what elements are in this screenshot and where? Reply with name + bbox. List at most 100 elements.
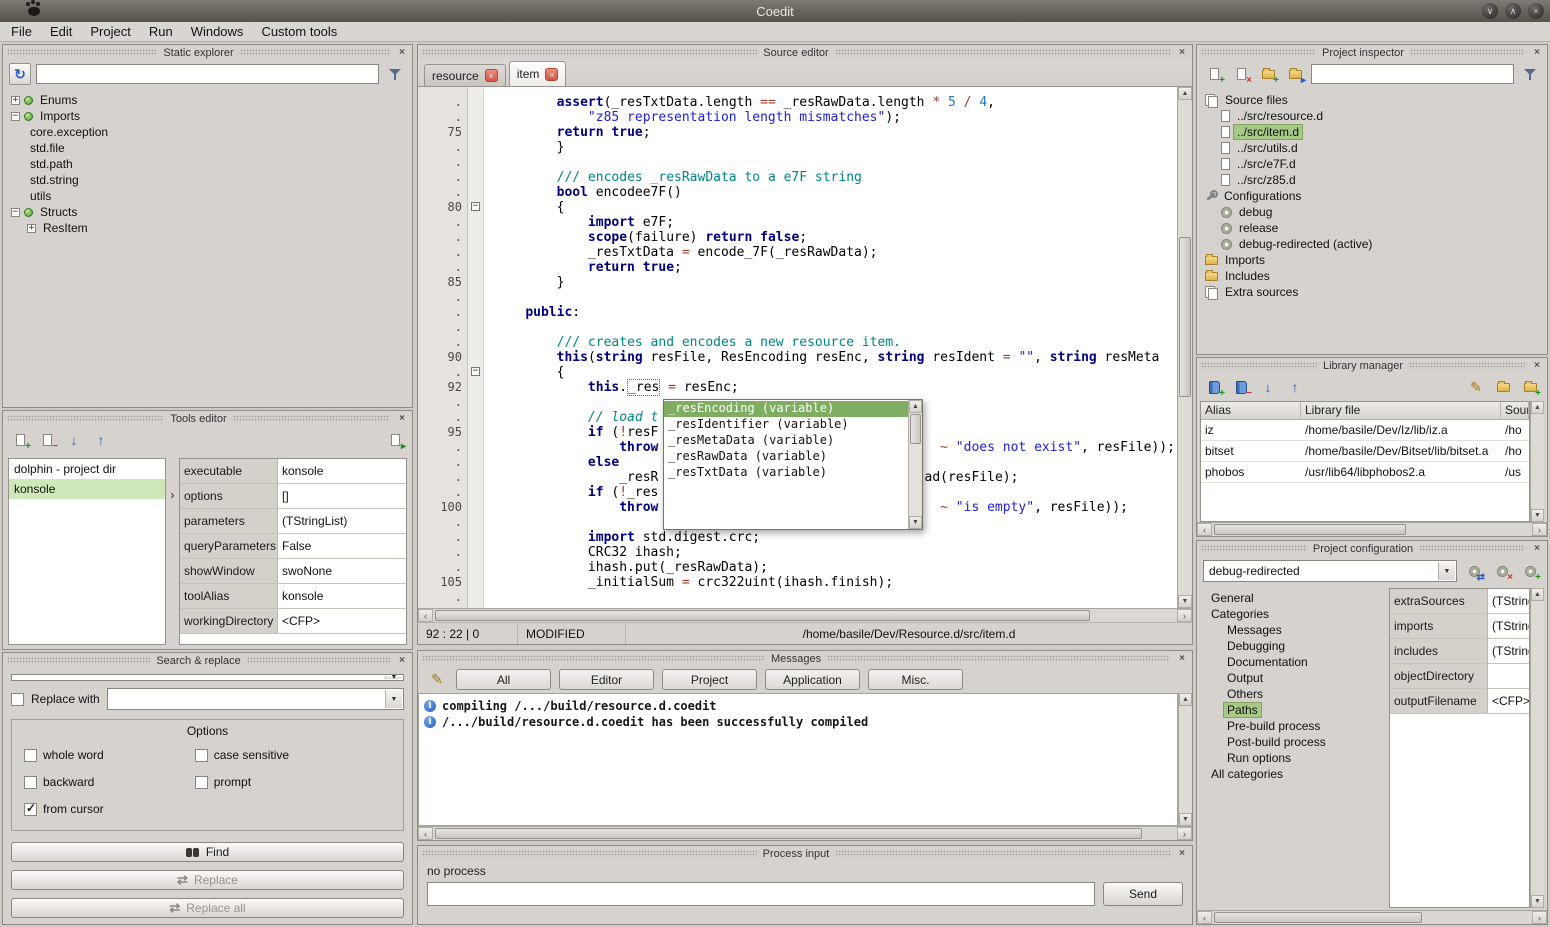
property-row[interactable]: options[] xyxy=(180,484,406,509)
close-button[interactable]: × xyxy=(1528,3,1544,19)
panel-header[interactable]: Search & replace xyxy=(3,653,412,668)
project-node[interactable]: ../src/utils.d xyxy=(1197,140,1547,156)
category-node[interactable]: Pre-build process xyxy=(1200,718,1384,734)
property-row[interactable]: showWindowswoNone xyxy=(180,559,406,584)
project-node[interactable]: Configurations xyxy=(1197,188,1547,204)
tab-close-icon[interactable]: × xyxy=(545,68,558,81)
panel-close-icon[interactable] xyxy=(1531,543,1543,555)
process-input-field[interactable] xyxy=(427,882,1095,906)
project-node[interactable]: Includes xyxy=(1197,268,1547,284)
execute-tool-button[interactable]: ▸ xyxy=(384,429,406,451)
filter-editor[interactable]: Editor xyxy=(559,669,654,690)
project-node[interactable]: Imports xyxy=(1197,252,1547,268)
category-node[interactable]: Run options xyxy=(1200,750,1384,766)
scrollbar-thumb[interactable] xyxy=(435,828,1142,839)
fold-marker[interactable]: − xyxy=(471,367,480,376)
panel-header[interactable]: Library manager xyxy=(1197,358,1547,373)
property-row[interactable]: workingDirectory<CFP> xyxy=(180,609,406,634)
symbol-node[interactable]: +Enums xyxy=(3,92,412,108)
move-library-down-button[interactable]: ↓ xyxy=(1257,376,1279,398)
scroll-down-button[interactable]: ▼ xyxy=(1179,813,1192,826)
property-value[interactable]: (TStringList) xyxy=(1488,589,1529,613)
add-tool-button[interactable]: + xyxy=(9,429,31,451)
tab-resource[interactable]: resource× xyxy=(424,64,506,86)
symbol-node[interactable]: −Structs xyxy=(3,204,412,220)
add-configuration-button[interactable]: + xyxy=(1519,560,1541,582)
project-node[interactable]: ../src/resource.d xyxy=(1197,108,1547,124)
scroll-right-button[interactable]: › xyxy=(1532,911,1547,924)
filter-application[interactable]: Application xyxy=(765,669,860,690)
remove-library-button[interactable]: − xyxy=(1230,376,1252,398)
menu-file[interactable]: File xyxy=(2,24,41,39)
tool-item[interactable]: dolphin - project dir xyxy=(9,459,165,479)
panel-header[interactable]: Source editor xyxy=(418,45,1192,60)
collapse-icon[interactable]: − xyxy=(11,208,20,217)
scroll-left-button[interactable]: ‹ xyxy=(418,827,433,840)
property-row[interactable]: includes(TStringList) xyxy=(1390,639,1529,664)
symbol-node[interactable]: +ResItem xyxy=(3,220,412,236)
scrollbar-thumb[interactable] xyxy=(1214,524,1406,535)
panel-close-icon[interactable] xyxy=(396,47,408,59)
refresh-button[interactable]: ↻ xyxy=(9,63,31,85)
column-header-alias[interactable]: Alias xyxy=(1201,402,1301,419)
expand-icon[interactable]: + xyxy=(27,224,36,233)
chevron-down-icon[interactable] xyxy=(385,690,402,708)
panel-close-icon[interactable] xyxy=(1176,653,1188,665)
panel-header[interactable]: Tools editor xyxy=(3,411,412,426)
project-node[interactable]: ../src/e7F.d xyxy=(1197,156,1547,172)
library-add-folder-button[interactable]: + xyxy=(1519,376,1541,398)
property-value[interactable]: <CFP> xyxy=(278,609,406,633)
category-node[interactable]: General xyxy=(1200,590,1384,606)
checkbox[interactable] xyxy=(195,749,208,762)
fold-marker[interactable]: − xyxy=(471,202,480,211)
project-node[interactable]: Extra sources xyxy=(1197,284,1547,300)
message-row[interactable]: /.../build/resource.d.coedit has been su… xyxy=(419,714,1177,730)
panel-header[interactable]: Static explorer xyxy=(3,45,412,60)
checkbox[interactable] xyxy=(24,749,37,762)
column-header-sources[interactable]: Sources xyxy=(1501,402,1529,419)
panel-header[interactable]: Messages xyxy=(418,651,1192,666)
scrollbar-thumb[interactable] xyxy=(1214,912,1422,923)
project-node[interactable]: ../src/z85.d xyxy=(1197,172,1547,188)
symbol-node[interactable]: core.exception xyxy=(3,124,412,140)
property-value[interactable] xyxy=(1488,664,1529,688)
scroll-down-button[interactable]: ▼ xyxy=(1531,509,1544,522)
filter-all[interactable]: All xyxy=(456,669,551,690)
panel-header[interactable]: Project inspector xyxy=(1197,45,1547,60)
tool-item[interactable]: konsole xyxy=(9,479,165,499)
property-value[interactable]: (TStringList) xyxy=(1488,614,1529,638)
property-value[interactable]: <CFP> xyxy=(1488,689,1529,713)
filter-project[interactable]: Project xyxy=(662,669,757,690)
property-row[interactable]: outputFilename<CFP> xyxy=(1390,689,1529,714)
category-node[interactable]: Post-build process xyxy=(1200,734,1384,750)
delete-configuration-button[interactable]: × xyxy=(1491,560,1513,582)
property-value[interactable]: swoNone xyxy=(278,559,406,583)
option-case-sensitive[interactable]: case sensitive xyxy=(195,748,391,762)
library-row[interactable]: bitset/home/basile/Dev/Bitset/lib/bitset… xyxy=(1201,441,1529,462)
chevron-down-icon[interactable] xyxy=(385,676,402,679)
scrollbar-thumb[interactable] xyxy=(1179,237,1191,397)
scroll-right-button[interactable]: › xyxy=(1532,523,1547,536)
menu-custom-tools[interactable]: Custom tools xyxy=(252,24,346,39)
symbol-node[interactable]: std.string xyxy=(3,172,412,188)
menu-edit[interactable]: Edit xyxy=(41,24,81,39)
scroll-up-button[interactable]: ▲ xyxy=(909,400,922,413)
property-row[interactable]: toolAliaskonsole xyxy=(180,584,406,609)
option-backward[interactable]: backward xyxy=(24,775,195,789)
property-row[interactable]: queryParametersFalse xyxy=(180,534,406,559)
remove-tool-button[interactable]: − xyxy=(36,429,58,451)
property-row[interactable]: objectDirectory xyxy=(1390,664,1529,689)
shade-button[interactable]: ∨ xyxy=(1482,3,1498,19)
scroll-down-button[interactable]: ▼ xyxy=(1178,595,1192,608)
option-from-cursor[interactable]: from cursor xyxy=(24,802,195,816)
panel-close-icon[interactable] xyxy=(1176,848,1188,860)
scroll-down-button[interactable]: ▼ xyxy=(909,516,922,529)
configuration-select[interactable]: debug-redirected xyxy=(1203,560,1457,582)
replace-button[interactable]: ⇄Replace xyxy=(11,870,404,890)
project-node[interactable]: Source files xyxy=(1197,92,1547,108)
property-value[interactable]: konsole xyxy=(278,459,406,483)
library-row[interactable]: phobos/usr/lib64/libphobos2.a/us xyxy=(1201,462,1529,483)
maximize-button[interactable]: ∧ xyxy=(1505,3,1521,19)
scroll-down-button[interactable]: ▼ xyxy=(1531,895,1544,908)
option-prompt[interactable]: prompt xyxy=(195,775,391,789)
